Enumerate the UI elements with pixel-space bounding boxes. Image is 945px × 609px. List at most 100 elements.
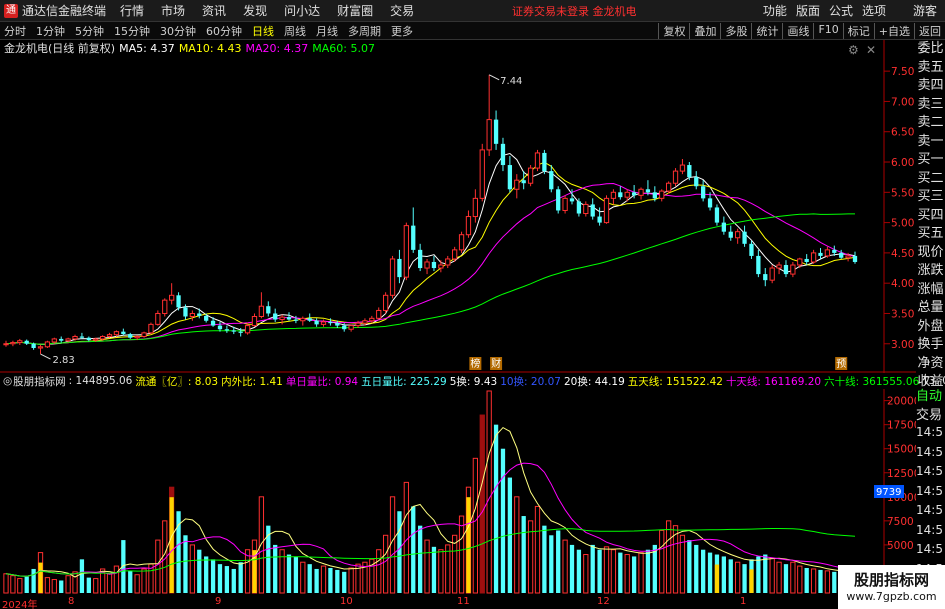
volume-ma5-line	[5, 426, 856, 578]
volume-bar-down	[631, 556, 637, 593]
tab-15min[interactable]: 15分钟	[114, 23, 150, 39]
auto-toggle[interactable]: 自动	[916, 385, 945, 404]
tab-1min[interactable]: 1分钟	[36, 23, 65, 39]
low-label: 2.83	[53, 355, 75, 366]
tab-5min[interactable]: 5分钟	[75, 23, 104, 39]
volume-bar-highlight	[169, 497, 174, 593]
candle-body-up	[452, 249, 458, 260]
adjust-button[interactable]: 复权	[658, 22, 689, 39]
time-label-dec: 12	[597, 596, 610, 607]
candle-body-up	[258, 305, 265, 318]
candle-body-down	[549, 171, 554, 190]
volume-bar-down	[763, 554, 768, 593]
draw-line-button[interactable]: 画线	[782, 22, 813, 39]
menu-layout[interactable]: 版面	[796, 2, 820, 19]
volume-ma10-line	[5, 462, 856, 577]
candle-body-down	[335, 323, 340, 326]
guest-button[interactable]: 游客	[913, 2, 937, 19]
volume-bar-down	[618, 552, 623, 593]
candle-body-up	[376, 309, 382, 319]
candle-body-up	[486, 119, 492, 151]
add-watchlist-button[interactable]: +自选	[873, 22, 914, 39]
quote-label: 委比	[917, 41, 944, 56]
tab-intraday[interactable]: 分时	[4, 23, 26, 39]
volume-bar-up	[790, 561, 796, 594]
tab-30min[interactable]: 30分钟	[160, 23, 196, 39]
menu-news[interactable]: 资讯	[202, 2, 226, 19]
candle-body-up	[776, 264, 782, 269]
menu-wealth[interactable]: 财富圈	[337, 2, 373, 19]
candle-body-down	[183, 307, 188, 317]
f10-button[interactable]: F10	[813, 22, 842, 39]
ma10-line	[5, 161, 856, 345]
volume-bar-down	[832, 571, 837, 593]
candle-body-up	[534, 152, 541, 169]
indicator-name[interactable]: 股朋指标网	[13, 374, 66, 389]
volume-bar-down	[24, 576, 29, 593]
candle-body-up	[797, 258, 803, 266]
candle-body-up	[465, 216, 472, 236]
menu-function[interactable]: 功能	[763, 2, 787, 19]
login-status[interactable]: 证券交易未登录 金龙机电	[512, 3, 637, 19]
back-button[interactable]: 返回	[914, 22, 945, 39]
tab-weekly[interactable]: 周线	[284, 23, 306, 39]
volume-bar-down	[707, 552, 713, 593]
quote-label: 卖三	[917, 96, 944, 112]
candle-body-up	[72, 335, 78, 340]
volume-info: ◎ 股朋指标网 : 144895.06 流通〖亿〗: 8.03 内外比: 1.4…	[0, 373, 945, 389]
volume-bar-up	[776, 561, 782, 594]
statistics-button[interactable]: 统计	[751, 22, 782, 39]
quote-label: 卖四	[917, 78, 944, 93]
chart-settings-icon[interactable]: ⚙	[848, 43, 859, 57]
menu-formula[interactable]: 公式	[829, 2, 853, 19]
volume-chart[interactable]: 2000017500150001250010000750050002500 97…	[0, 389, 916, 596]
volume-bar-up	[3, 573, 9, 594]
indicator-icon[interactable]: ◎	[3, 375, 12, 387]
candle-body-down	[590, 204, 595, 217]
volume-bar-down	[694, 544, 699, 593]
menu-options[interactable]: 选项	[862, 2, 886, 19]
menu-trade[interactable]: 交易	[390, 2, 414, 19]
mark-button[interactable]: 标记	[842, 22, 874, 39]
candle-body-up	[300, 317, 306, 322]
tab-60min[interactable]: 60分钟	[206, 23, 242, 39]
tab-multi-period[interactable]: 多周期	[348, 23, 381, 39]
volume-bar-down	[556, 530, 561, 593]
high-pointer	[488, 74, 500, 81]
price-chart[interactable]: 7.50 7.00 6.50 6.00 5.50 5.00 4.50 4.00 3.50 3.00…	[0, 40, 916, 373]
ma20-line	[5, 182, 856, 345]
candle-body-up	[445, 258, 451, 266]
candle-body-down	[31, 343, 36, 349]
tab-daily[interactable]: 日线	[252, 23, 274, 39]
tab-more[interactable]: 更多	[391, 23, 413, 39]
quote-label: 买三	[917, 189, 944, 204]
chart-close-icon[interactable]: ✕	[866, 43, 876, 57]
app-logo-icon: 通	[4, 3, 18, 18]
candle-body-down	[314, 320, 319, 325]
quote-label: 卖一	[917, 133, 944, 149]
overlay-button[interactable]: 叠加	[689, 22, 720, 39]
tab-monthly[interactable]: 月线	[316, 23, 338, 39]
app-name: 通达信金融终端	[22, 4, 107, 18]
menu-quotes[interactable]: 行情	[120, 2, 144, 19]
price-axis-label: 3.00	[891, 339, 914, 351]
candle-body-down	[328, 321, 333, 324]
volume-bar-up	[72, 571, 78, 594]
menu-discover[interactable]: 发现	[243, 2, 267, 19]
multi-stock-button[interactable]: 多股	[720, 22, 751, 39]
volume-bar-down	[266, 525, 271, 593]
volume-bar-down	[590, 544, 595, 593]
volume-bar-up	[610, 549, 617, 594]
candle-body-up	[369, 317, 375, 322]
candle-body-down	[176, 295, 181, 308]
volume-bar-down	[335, 569, 340, 593]
event-marker-label: 财	[491, 357, 501, 370]
volume-bar-up	[659, 529, 665, 594]
indicator-v5: 五日量比: 225.29	[361, 375, 447, 388]
candle-body-down	[24, 340, 29, 344]
menu-ask[interactable]: 问小达	[284, 2, 320, 19]
time-label-nov: 11	[457, 596, 470, 607]
trade-label[interactable]: 交易	[916, 404, 945, 423]
volume-bar-down	[500, 448, 506, 593]
menu-market[interactable]: 市场	[161, 2, 185, 19]
